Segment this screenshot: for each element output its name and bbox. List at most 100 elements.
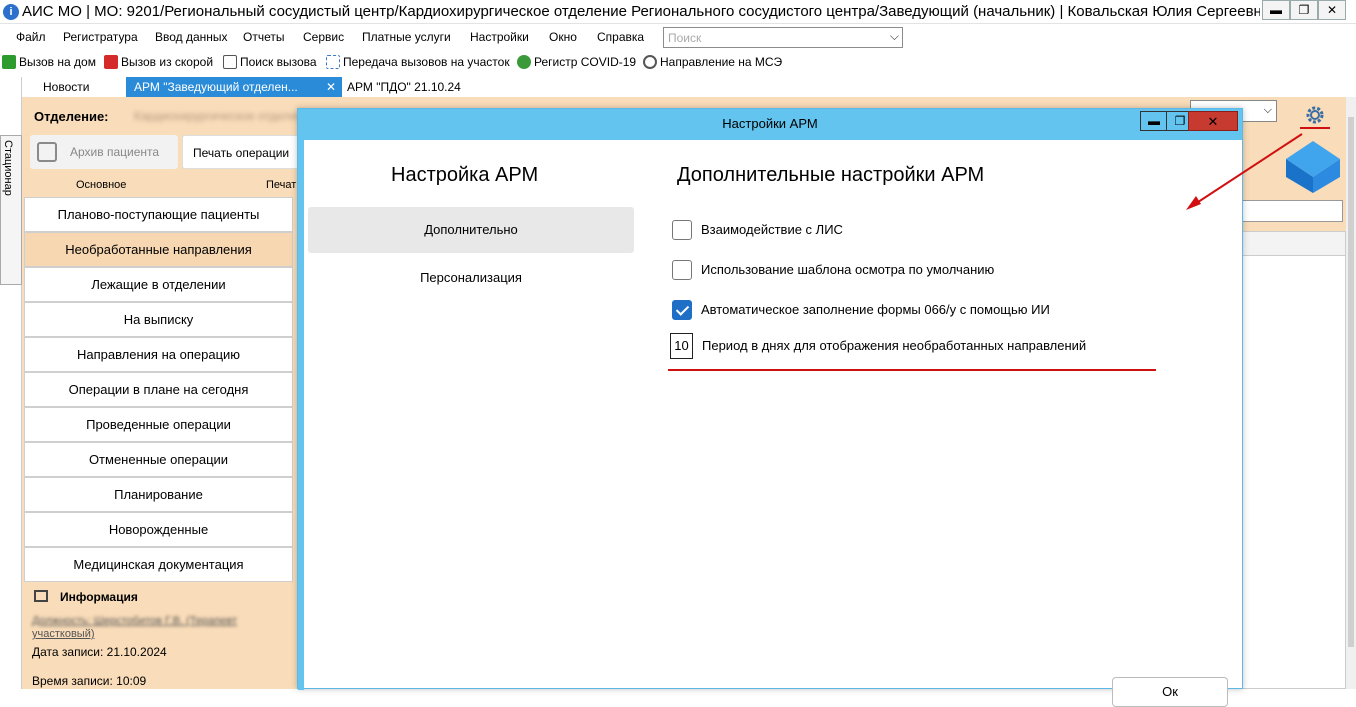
right-filter-input[interactable]: [1240, 200, 1343, 222]
toolbar: Вызов на дом Вызов из скорой Поиск вызов…: [0, 52, 1356, 76]
nav-item[interactable]: Планово-поступающие пациенты: [24, 197, 293, 232]
chevron-down-icon[interactable]: ⌵: [890, 29, 899, 44]
call-search-button[interactable]: Поиск вызова: [223, 55, 317, 69]
dialog-heading: Дополнительные настройки АРМ: [677, 164, 985, 186]
window-maximize-button[interactable]: ❐: [1290, 0, 1318, 20]
transfer-icon: [326, 55, 340, 69]
nav-item[interactable]: Новорожденные: [24, 512, 293, 547]
tab-close-icon[interactable]: ✕: [326, 77, 336, 97]
ai-autofill-checkbox[interactable]: [672, 300, 692, 320]
info-section-title: Информация: [34, 590, 138, 604]
dialog-side-title: Настройка АРМ: [391, 164, 539, 186]
home-call-label: Вызов на дом: [19, 55, 96, 69]
lis-checkbox-label: Взаимодействие с ЛИС: [701, 222, 843, 237]
side-tab-strip: Стационар: [0, 77, 22, 689]
dialog-nav-additional[interactable]: Дополнительно: [308, 207, 634, 253]
scrollbar-thumb[interactable]: [1348, 117, 1354, 647]
navigation-list: Планово-поступающие пациенты Необработан…: [24, 197, 293, 582]
period-days-input[interactable]: 10: [670, 333, 693, 359]
nav-item[interactable]: Медицинская документация: [24, 547, 293, 582]
menu-file[interactable]: Файл: [16, 30, 46, 44]
app-icon: i: [3, 4, 19, 20]
grid-header: [1241, 232, 1345, 256]
dialog-title: Настройки АРМ: [722, 116, 818, 131]
home-call-button[interactable]: Вызов на дом: [2, 55, 96, 69]
nav-item[interactable]: Отмененные операции: [24, 442, 293, 477]
side-tab-label: Стационар: [2, 140, 14, 196]
print-operation-button[interactable]: Печать операции: [182, 135, 300, 169]
vertical-scrollbar[interactable]: [1346, 97, 1356, 689]
menu-data-entry[interactable]: Ввод данных: [155, 30, 228, 44]
settings-dialog: Настройки АРМ ▬ ❐ ✕ Настройка АРМ Дополн…: [297, 108, 1243, 707]
dialog-nav-personalization[interactable]: Персонализация: [308, 255, 634, 301]
tab-news[interactable]: Новости: [35, 77, 135, 97]
department-label: Отделение:: [34, 109, 109, 124]
nav-item[interactable]: Лежащие в отделении: [24, 267, 293, 302]
tab-arm-head-label: АРМ "Заведующий отделен...: [134, 80, 298, 94]
info-author-link[interactable]: Должность: Шерстобитов Г.В. (Терапевт: [32, 615, 272, 627]
info-author-link-cont[interactable]: участковый): [32, 628, 95, 640]
tab-arm-head[interactable]: АРМ "Заведующий отделен... ✕: [126, 77, 342, 97]
dialog-border: [298, 140, 304, 690]
menu-window[interactable]: Окно: [549, 30, 577, 44]
refresh-icon: [643, 55, 657, 69]
covid-register-button[interactable]: Регистр COVID-19: [517, 55, 636, 69]
check-red-icon: [104, 55, 118, 69]
call-transfer-label: Передача вызовов на участок: [343, 55, 510, 69]
department-value: Кардиохирургическое отделение: [134, 109, 317, 123]
nav-item[interactable]: Проведенные операции: [24, 407, 293, 442]
window-close-button[interactable]: ✕: [1318, 0, 1346, 20]
ambulance-call-button[interactable]: Вызов из скорой: [104, 55, 213, 69]
window-title: АИС МО | МО: 9201/Региональный сосудисты…: [22, 3, 1260, 20]
call-transfer-button[interactable]: Передача вызовов на участок: [326, 55, 510, 69]
side-tab-hospital[interactable]: Стационар: [0, 135, 22, 285]
search-doc-icon: [223, 55, 237, 69]
archive-icon: [37, 142, 57, 162]
call-search-label: Поиск вызова: [240, 55, 317, 69]
menu-help[interactable]: Справка: [597, 30, 644, 44]
lis-checkbox[interactable]: [672, 220, 692, 240]
nav-item[interactable]: На выписку: [24, 302, 293, 337]
menu-service[interactable]: Сервис: [303, 30, 344, 44]
ok-button[interactable]: Ок: [1112, 677, 1228, 707]
template-checkbox-label: Использование шаблона осмотра по умолчан…: [701, 262, 995, 277]
check-green-icon: [2, 55, 16, 69]
right-grid: [1240, 231, 1346, 689]
menu-paid-services[interactable]: Платные услуги: [362, 30, 451, 44]
nav-item[interactable]: Необработанные направления: [24, 232, 293, 267]
annotation-underline-period: [668, 369, 1156, 371]
document-tabs: Новости АРМ "Заведующий отделен... ✕ АРМ…: [22, 77, 1356, 97]
window-titlebar: i АИС МО | МО: 9201/Региональный сосудис…: [0, 0, 1356, 24]
dialog-minimize-button[interactable]: ▬: [1140, 111, 1168, 131]
info-date: Дата записи: 21.10.2024: [32, 645, 167, 659]
mse-referral-label: Направление на МСЭ: [660, 55, 783, 69]
period-days-label: Период в днях для отображения необработа…: [702, 338, 1087, 353]
tab-arm-pdo[interactable]: АРМ "ПДО" 21.10.24: [339, 77, 489, 97]
template-checkbox[interactable]: [672, 260, 692, 280]
nav-item[interactable]: Направления на операцию: [24, 337, 293, 372]
dialog-titlebar: Настройки АРМ ▬ ❐ ✕: [298, 109, 1242, 140]
nav-item[interactable]: Операции в плане на сегодня: [24, 372, 293, 407]
info-time: Время записи: 10:09: [32, 674, 147, 688]
chevron-down-icon: ⌵: [1263, 104, 1272, 116]
virus-icon: [517, 55, 531, 69]
outlook-logo-icon: [1286, 141, 1340, 193]
search-input[interactable]: Поиск ⌵: [663, 27, 903, 48]
search-placeholder: Поиск: [668, 31, 702, 45]
ai-autofill-checkbox-label: Автоматическое заполнение формы 066/у с …: [701, 302, 1050, 317]
mse-referral-button[interactable]: Направление на МСЭ: [643, 55, 782, 69]
patient-archive-label: Архив пациента: [70, 145, 160, 159]
info-title-label: Информация: [60, 590, 138, 604]
menu-registry[interactable]: Регистратура: [63, 30, 138, 44]
gear-icon[interactable]: [1303, 103, 1327, 127]
section-main-label: Основное: [76, 179, 127, 191]
dialog-close-button[interactable]: ✕: [1188, 111, 1238, 131]
menu-bar: Файл Регистратура Ввод данных Отчеты Сер…: [0, 25, 1356, 51]
edit-icon: [34, 590, 48, 602]
patient-archive-button[interactable]: Архив пациента: [30, 135, 178, 169]
window-minimize-button[interactable]: ▬: [1262, 0, 1290, 20]
menu-reports[interactable]: Отчеты: [243, 30, 284, 44]
menu-settings[interactable]: Настройки: [470, 30, 529, 44]
ambulance-call-label: Вызов из скорой: [121, 55, 214, 69]
nav-item[interactable]: Планирование: [24, 477, 293, 512]
